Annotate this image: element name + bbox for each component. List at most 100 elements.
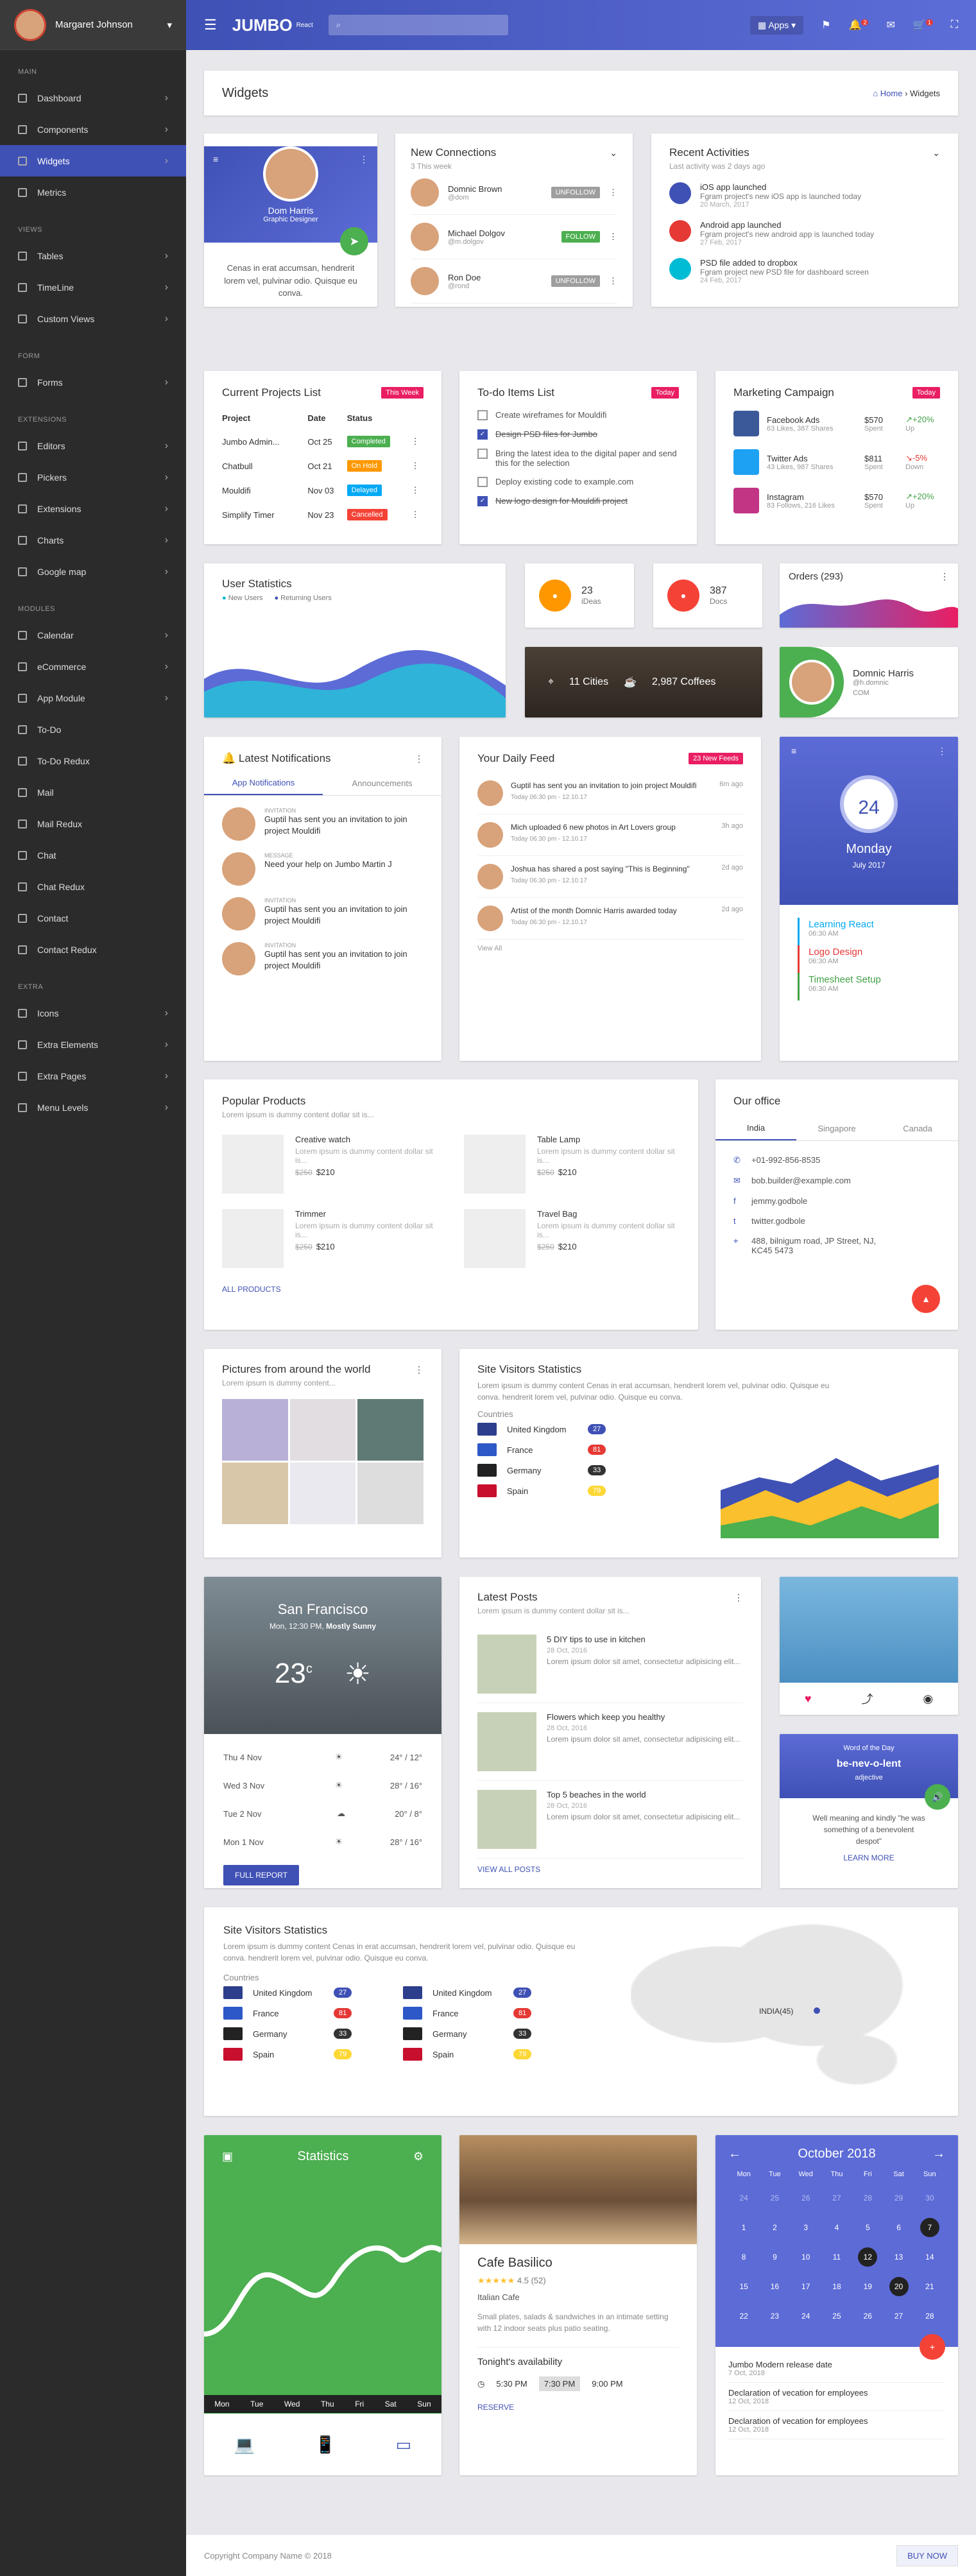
share-icon[interactable]: ⤴ <box>861 1690 873 1707</box>
calendar-day[interactable]: 10 <box>796 2247 816 2267</box>
all-products-link[interactable]: ALL PRODUCTS <box>222 1285 680 1294</box>
more-icon[interactable]: ⋮ <box>411 502 424 527</box>
sidebar-item-menu-levels[interactable]: Menu Levels › <box>0 1092 186 1123</box>
table-row[interactable]: Simplify Timer Nov 23 Cancelled ⋮ <box>222 502 424 527</box>
sidebar-item-calendar[interactable]: Calendar › <box>0 619 186 651</box>
menu-icon[interactable]: ≡ <box>213 154 218 164</box>
more-icon[interactable]: ⋮ <box>359 154 368 165</box>
calendar-day[interactable]: 14 <box>920 2247 939 2267</box>
more-icon[interactable]: ⋮ <box>415 1364 424 1375</box>
chevron-down-icon[interactable]: ⌄ <box>932 148 940 159</box>
time-slot[interactable]: 9:00 PM <box>592 2379 622 2389</box>
sidebar-item-extensions[interactable]: Extensions › <box>0 493 186 524</box>
sidebar-item-custom-views[interactable]: Custom Views › <box>0 303 186 334</box>
photo[interactable] <box>222 1399 288 1461</box>
chat-icon[interactable]: ✉ <box>886 19 895 31</box>
heart-icon[interactable]: ♥ <box>805 1692 812 1706</box>
photo[interactable] <box>222 1463 288 1524</box>
time-slot[interactable]: 5:30 PM <box>496 2379 527 2389</box>
calendar-day[interactable]: 24 <box>734 2188 753 2208</box>
sidebar-item-metrics[interactable]: Metrics <box>0 176 186 208</box>
event-item[interactable]: Logo Design 06:30 AM <box>798 945 940 973</box>
more-icon[interactable]: ⋮ <box>940 571 949 582</box>
checkbox[interactable]: ✓ <box>477 496 488 506</box>
ideas-card[interactable]: ● 23 iDeas <box>525 563 634 628</box>
sidebar-item-dashboard[interactable]: Dashboard › <box>0 82 186 114</box>
notification-item[interactable]: INVITATION Guptil has sent you an invitat… <box>222 886 424 931</box>
notification-item[interactable]: INVITATION Guptil has sent you an invitat… <box>222 931 424 975</box>
sidebar-item-editors[interactable]: Editors › <box>0 430 186 461</box>
map-marker-label[interactable]: INDIA(45) <box>759 2007 793 2016</box>
logo[interactable]: JUMBO <box>232 15 293 35</box>
search-input[interactable]: ⌕ <box>328 15 508 35</box>
calendar-day[interactable]: 20 <box>889 2277 909 2296</box>
event-item[interactable]: Timesheet Setup 06:30 AM <box>798 973 940 1000</box>
photo[interactable] <box>289 1463 356 1524</box>
sidebar-item-forms[interactable]: Forms › <box>0 366 186 398</box>
sidebar-item-chat[interactable]: Chat <box>0 839 186 871</box>
navigate-button[interactable]: ▲ <box>912 1285 940 1313</box>
todo-item[interactable]: Create wireframes for Mouldifi <box>477 406 679 425</box>
photo[interactable] <box>357 1399 424 1461</box>
product-item[interactable]: Travel Bag Lorem ipsum is dummy content d… <box>464 1209 680 1268</box>
breadcrumb-home[interactable]: Home <box>880 89 903 98</box>
calendar-day[interactable]: 23 <box>765 2306 784 2326</box>
calendar-day[interactable]: 24 <box>796 2306 816 2326</box>
learn-more-link[interactable]: LEARN MORE <box>780 1853 958 1862</box>
calendar-day[interactable]: 4 <box>827 2218 846 2237</box>
tab-canada[interactable]: Canada <box>877 1117 958 1140</box>
sidebar-item-to-do-redux[interactable]: To-Do Redux <box>0 745 186 777</box>
photo[interactable] <box>289 1399 356 1461</box>
post-item[interactable]: Flowers which keep you healthy 28 Oct, 20… <box>477 1703 743 1781</box>
sidebar-item-google-map[interactable]: Google map › <box>0 556 186 587</box>
checkbox[interactable] <box>477 410 488 420</box>
calendar-day[interactable]: 15 <box>734 2277 753 2296</box>
sidebar-item-chat-redux[interactable]: Chat Redux <box>0 871 186 902</box>
calendar-day[interactable]: 7 <box>920 2218 939 2237</box>
office-text[interactable]: +01-992-856-8535 <box>751 1155 880 1165</box>
follow-button[interactable]: FOLLOW <box>561 231 600 243</box>
feed-item[interactable]: Artist of the month Domnic Harris awarde… <box>477 898 743 940</box>
checkbox[interactable] <box>477 449 488 459</box>
checkbox[interactable] <box>477 477 488 487</box>
sidebar-item-pickers[interactable]: Pickers › <box>0 461 186 493</box>
todo-item[interactable]: ✓ Design PSD files for Jumbo <box>477 425 679 444</box>
more-icon[interactable]: ⋮ <box>609 232 617 242</box>
calendar-day[interactable]: 5 <box>858 2218 877 2237</box>
event-item[interactable]: Jumbo Modern release date 7 Oct, 2018 <box>728 2355 945 2383</box>
calendar-day[interactable]: 26 <box>796 2188 816 2208</box>
office-text[interactable]: twitter.godbole <box>751 1216 880 1226</box>
user-profile[interactable]: Margaret Johnson ▾ <box>0 0 186 50</box>
table-row[interactable]: Chatbull Oct 21 On Hold ⋮ <box>222 454 424 478</box>
follow-button[interactable]: UNFOLLOW <box>551 275 600 287</box>
calendar-day[interactable]: 19 <box>858 2277 877 2296</box>
chevron-down-icon[interactable]: ⌄ <box>610 148 617 159</box>
sidebar-item-icons[interactable]: Icons › <box>0 997 186 1029</box>
product-item[interactable]: Table Lamp Lorem ipsum is dummy content d… <box>464 1135 680 1194</box>
chevron-down-icon[interactable]: ▾ <box>167 19 172 31</box>
calendar-day[interactable]: 29 <box>889 2188 909 2208</box>
feed-item[interactable]: Mich uploaded 6 new photos in Art Lovers… <box>477 814 743 856</box>
event-item[interactable]: Declaration of vecation for employees 12 … <box>728 2411 945 2439</box>
sidebar-item-to-do[interactable]: To-Do <box>0 714 186 745</box>
sidebar-item-charts[interactable]: Charts › <box>0 524 186 556</box>
product-item[interactable]: Trimmer Lorem ipsum is dummy content doll… <box>222 1209 438 1268</box>
office-text[interactable]: bob.builder@example.com <box>751 1176 880 1185</box>
sidebar-item-tables[interactable]: Tables › <box>0 240 186 271</box>
calendar-day[interactable]: 27 <box>889 2306 909 2326</box>
sidebar-item-contact-redux[interactable]: Contact Redux <box>0 934 186 965</box>
view-all-posts-link[interactable]: VIEW ALL POSTS <box>477 1865 743 1874</box>
calendar-day[interactable]: 18 <box>827 2277 846 2296</box>
prev-month-button[interactable]: ← <box>728 2147 741 2161</box>
calendar-day[interactable]: 11 <box>827 2247 846 2267</box>
bell-icon[interactable]: 🔔 2 <box>849 19 869 31</box>
calendar-day[interactable]: 28 <box>920 2306 939 2326</box>
phone-icon[interactable]: 📱 <box>315 2435 336 2455</box>
notification-item[interactable]: INVITATION Guptil has sent you an invitat… <box>222 796 424 841</box>
eye-icon[interactable]: ◉ <box>923 1692 933 1706</box>
todo-item[interactable]: Deploy existing code to example.com <box>477 472 679 492</box>
office-text[interactable]: jemmy.godbole <box>751 1196 880 1206</box>
sidebar-item-widgets[interactable]: Widgets › <box>0 145 186 176</box>
calendar-icon[interactable]: ▣ <box>222 2150 233 2163</box>
calendar-day[interactable]: 6 <box>889 2218 909 2237</box>
